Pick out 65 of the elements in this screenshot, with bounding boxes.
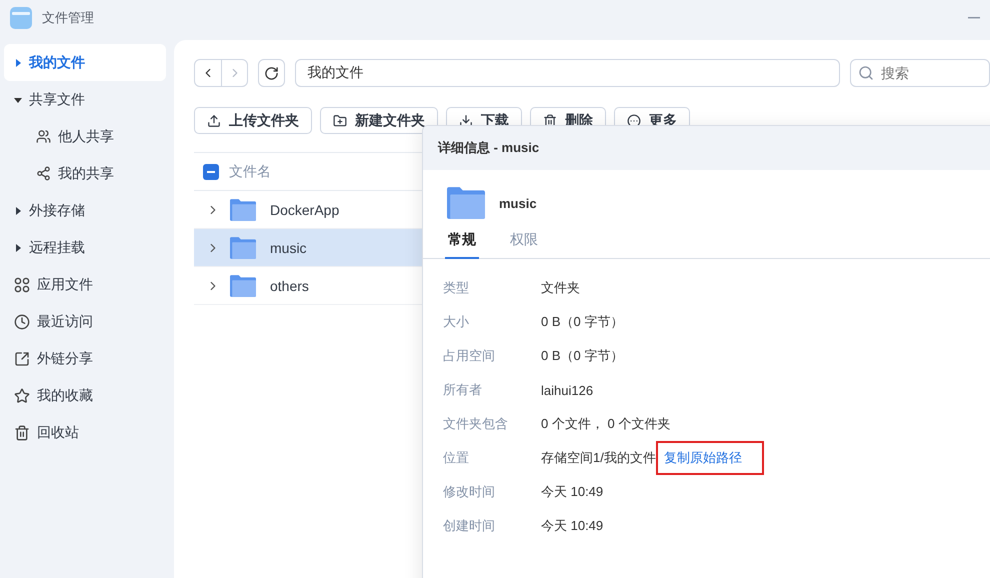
upload-icon: [207, 114, 221, 128]
sidebar-item[interactable]: 我的文件: [4, 44, 166, 81]
select-all-checkbox[interactable]: [203, 164, 219, 180]
property-value: 0 B（0 字节）: [541, 347, 624, 365]
download-icon: [459, 114, 473, 128]
caret-down-icon: [14, 96, 22, 104]
property-label: 文件夹包含: [443, 415, 509, 433]
property-value: laihui126: [541, 382, 594, 398]
folder-icon: [230, 198, 256, 220]
copy-path-link[interactable]: 复制原始路径: [664, 449, 742, 467]
property-label: 占用空间: [443, 347, 496, 365]
path-field[interactable]: 我的文件: [295, 59, 840, 87]
minimize-button[interactable]: [968, 17, 980, 19]
sidebar-item[interactable]: 最近访问: [4, 303, 166, 340]
trash-icon: [543, 114, 557, 128]
property-label: 创建时间: [443, 517, 496, 535]
property-value: 存储空间1/我的文件: [541, 449, 656, 467]
sidebar-item[interactable]: 回收站: [4, 414, 166, 451]
sidebar-item[interactable]: 远程挂载: [4, 229, 166, 266]
trash-icon: [14, 424, 30, 440]
share-out-icon: [14, 350, 30, 366]
property-value: 0 B（0 字节）: [541, 313, 624, 331]
property-label: 修改时间: [443, 483, 496, 501]
sidebar-item[interactable]: 外接存储: [4, 192, 166, 229]
property-value: 0 个文件， 0 个文件夹: [541, 415, 670, 433]
file-name: others: [270, 278, 309, 294]
refresh-icon: [264, 66, 280, 80]
folder-name: music: [499, 196, 537, 210]
clock-icon: [14, 314, 30, 330]
property-value: 文件夹: [541, 279, 580, 297]
property-label: 类型: [443, 279, 470, 297]
window-title: 文件管理: [42, 9, 95, 27]
toolbar-button[interactable]: 上传文件夹: [194, 107, 312, 134]
file-name: music: [270, 240, 307, 256]
caret-right-icon: [14, 58, 22, 66]
sidebar-item[interactable]: 我的共享: [4, 155, 166, 192]
property-label: 位置: [443, 449, 470, 467]
sidebar-item[interactable]: 我的收藏: [4, 377, 166, 414]
property-value: 今天 10:49: [541, 483, 604, 501]
more-icon: [627, 114, 641, 128]
folder-icon: [230, 236, 256, 258]
app-logo-icon: [10, 7, 32, 29]
folder-icon: [230, 274, 256, 296]
dialog-title: 详细信息 - music: [438, 139, 540, 157]
folder-plus-icon: [333, 114, 347, 128]
property-label: 大小: [443, 313, 470, 331]
tab[interactable]: 常规: [445, 227, 479, 259]
minimize-icon: [968, 17, 980, 19]
caret-right-icon: [14, 244, 22, 252]
share-icon: [36, 166, 51, 181]
sidebar-item[interactable]: 外链分享: [4, 340, 166, 377]
star-icon: [14, 388, 30, 404]
sidebar-item[interactable]: 应用文件: [4, 266, 166, 303]
refresh-button[interactable]: [258, 59, 286, 87]
people-icon: [36, 129, 51, 144]
sidebar-item[interactable]: 共享文件: [4, 81, 166, 118]
sidebar-item[interactable]: 他人共享: [4, 118, 166, 155]
file-name: DockerApp: [270, 202, 340, 218]
four-circles-icon: [14, 276, 30, 292]
caret-right-icon: [14, 206, 22, 214]
property-label: 所有者: [443, 381, 483, 399]
property-value: 今天 10:49: [541, 517, 604, 535]
toolbar-button[interactable]: 新建文件夹: [320, 107, 438, 134]
search-field[interactable]: 搜索: [850, 59, 990, 87]
folder-icon: [447, 187, 485, 219]
